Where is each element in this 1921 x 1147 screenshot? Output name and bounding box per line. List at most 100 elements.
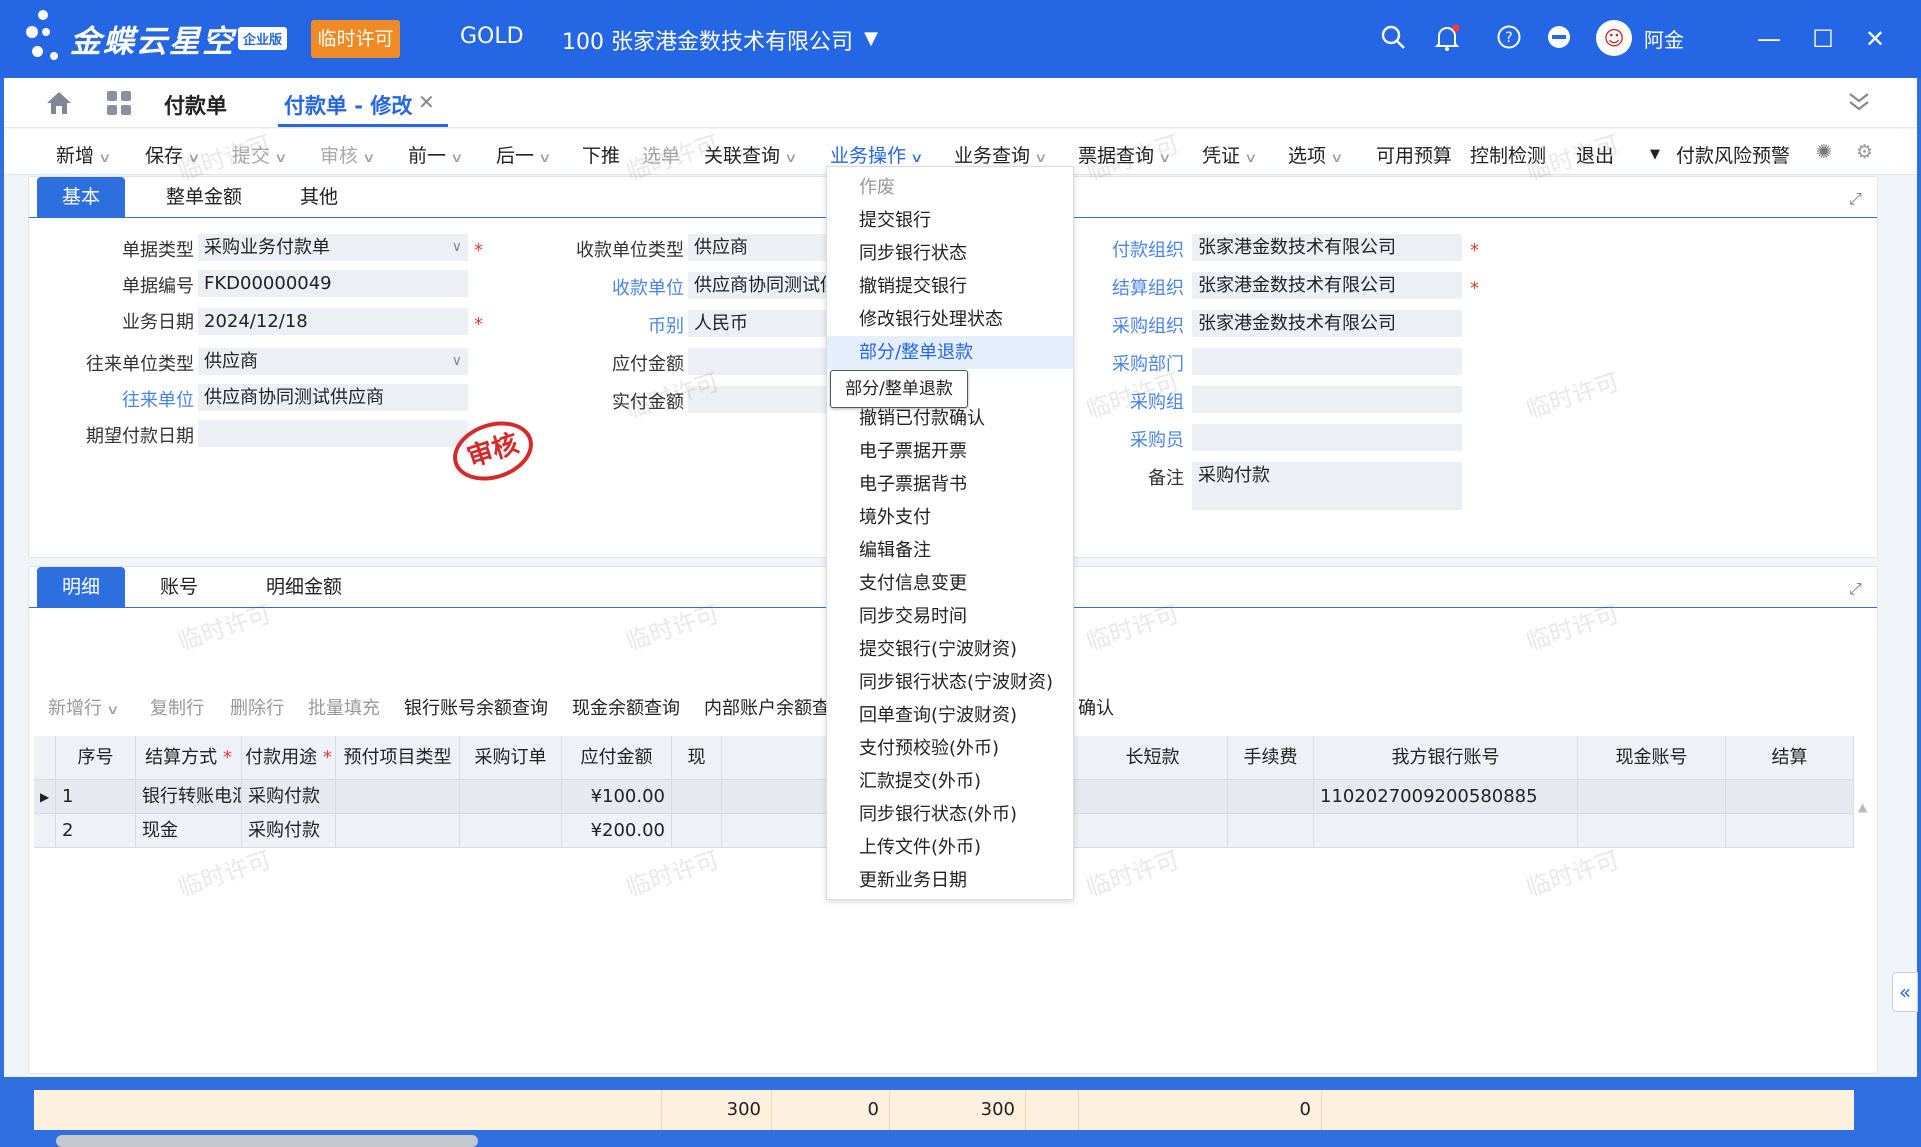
- side-panel-toggle-icon[interactable]: «: [1892, 972, 1918, 1012]
- menu-item-precheck-foreign[interactable]: 支付预校验(外币): [827, 732, 1073, 765]
- close-window-icon[interactable]: ✕: [1860, 24, 1890, 54]
- menu-item-remit-submit-foreign[interactable]: 汇款提交(外币): [827, 765, 1073, 798]
- menu-item-update-business-date[interactable]: 更新业务日期: [827, 864, 1073, 897]
- more-dropdown-icon[interactable]: ▼: [1650, 147, 1660, 162]
- collapse-chevron-icon[interactable]: [1844, 88, 1874, 118]
- voucher-button[interactable]: 凭证 ∨: [1202, 141, 1257, 168]
- label-partner[interactable]: 往来单位: [44, 386, 194, 412]
- settlement-org-field[interactable]: 张家港金数技术有限公司: [1192, 272, 1462, 299]
- partner-type-select[interactable]: 供应商 ∨: [198, 348, 468, 375]
- bill-type-select[interactable]: 采购业务付款单 ∨: [198, 234, 468, 261]
- confirm-button[interactable]: 确认: [1078, 694, 1114, 720]
- menu-item-payment-info-change[interactable]: 支付信息变更: [827, 567, 1073, 600]
- help-icon[interactable]: ?: [1494, 24, 1524, 54]
- internal-account-balance-button[interactable]: 内部账户余额查: [704, 694, 828, 720]
- minimize-icon[interactable]: —: [1754, 24, 1784, 54]
- col-fee[interactable]: 手续费: [1228, 736, 1314, 780]
- col-settlement[interactable]: 结算: [1726, 736, 1854, 780]
- payee-type-select[interactable]: 供应商: [688, 234, 828, 261]
- menu-item-receipt-query-ningbo[interactable]: 回单查询(宁波财资): [827, 699, 1073, 732]
- maximize-icon[interactable]: ☐: [1808, 24, 1838, 54]
- organization-selector[interactable]: 100 张家港金数技术有限公司: [562, 24, 853, 56]
- col-our-bank-account[interactable]: 我方银行账号: [1314, 736, 1578, 780]
- business-date-field[interactable]: 2024/12/18: [198, 308, 468, 335]
- next-button[interactable]: 后一 ∨: [496, 141, 551, 168]
- col-long-short[interactable]: 长短款: [1078, 736, 1228, 780]
- previous-button[interactable]: 前一 ∨: [408, 141, 463, 168]
- tab-detail[interactable]: 明细: [37, 567, 125, 607]
- business-query-button[interactable]: 业务查询 ∨: [954, 141, 1047, 168]
- audit-button[interactable]: 审核 ∨: [320, 141, 375, 168]
- cash-balance-query-button[interactable]: 现金余额查询: [572, 694, 680, 720]
- payment-org-field[interactable]: 张家港金数技术有限公司: [1192, 234, 1462, 261]
- menu-item-e-bill-endorse[interactable]: 电子票据背书: [827, 468, 1073, 501]
- label-currency[interactable]: 币别: [524, 312, 684, 338]
- tab-other[interactable]: 其他: [279, 177, 359, 217]
- vertical-scrollbar[interactable]: ▲: [1858, 800, 1868, 1100]
- menu-item-submit-bank[interactable]: 提交银行: [827, 204, 1073, 237]
- tab-payment-edit[interactable]: 付款单 - 修改: [284, 90, 412, 120]
- settings-gear-icon[interactable]: ⚙: [1856, 141, 1873, 163]
- col-current[interactable]: 现: [672, 736, 722, 780]
- expected-payment-date-field[interactable]: [198, 420, 468, 447]
- payment-risk-warning-button[interactable]: 付款风险预警: [1676, 141, 1790, 168]
- add-row-button[interactable]: 新增行 ∨: [48, 694, 119, 720]
- currency-field[interactable]: 人民币: [688, 310, 828, 337]
- tab-basic[interactable]: 基本: [37, 177, 125, 217]
- chat-icon[interactable]: [1544, 24, 1574, 54]
- bank-balance-query-button[interactable]: 银行账号余额查询: [404, 694, 548, 720]
- col-purchase-order[interactable]: 采购订单: [460, 736, 562, 780]
- tab-total-amount[interactable]: 整单金额: [147, 177, 261, 217]
- tab-payment-list[interactable]: 付款单: [164, 90, 227, 120]
- new-button[interactable]: 新增 ∨: [56, 141, 111, 168]
- purchaser-field[interactable]: [1192, 424, 1462, 451]
- remark-field[interactable]: 采购付款: [1192, 462, 1462, 510]
- col-payable-amount[interactable]: 应付金额: [562, 736, 672, 780]
- col-cash-account[interactable]: 现金账号: [1578, 736, 1726, 780]
- search-icon[interactable]: [1378, 24, 1408, 54]
- menu-item-submit-bank-ningbo[interactable]: 提交银行(宁波财资): [827, 633, 1073, 666]
- menu-item-void[interactable]: 作废: [827, 171, 1073, 204]
- theme-sun-icon[interactable]: ✺: [1816, 141, 1832, 163]
- horizontal-scrollbar[interactable]: [56, 1135, 478, 1147]
- notification-bell-icon[interactable]: [1432, 24, 1462, 54]
- menu-item-modify-bank-status[interactable]: 修改银行处理状态: [827, 303, 1073, 336]
- menu-item-refund[interactable]: 部分/整单退款: [827, 336, 1073, 369]
- available-budget-button[interactable]: 可用预算: [1376, 141, 1452, 168]
- label-payee[interactable]: 收款单位: [524, 274, 684, 300]
- menu-item-cancel-submit-bank[interactable]: 撤销提交银行: [827, 270, 1073, 303]
- purchase-group-field[interactable]: [1192, 386, 1462, 413]
- col-seq[interactable]: 序号: [56, 736, 136, 780]
- menu-item-overseas-payment[interactable]: 境外支付: [827, 501, 1073, 534]
- copy-row-button[interactable]: 复制行: [150, 694, 204, 720]
- options-button[interactable]: 选项 ∨: [1288, 141, 1343, 168]
- push-down-button[interactable]: 下推: [582, 141, 620, 168]
- col-payment-purpose[interactable]: 付款用途 *: [242, 736, 336, 780]
- avatar[interactable]: ☺: [1596, 20, 1632, 56]
- menu-item-sync-trade-time[interactable]: 同步交易时间: [827, 600, 1073, 633]
- purchase-org-field[interactable]: 张家港金数技术有限公司: [1192, 310, 1462, 337]
- col-prepay-item-type[interactable]: 预付项目类型: [336, 736, 460, 780]
- payee-field[interactable]: 供应商协同测试供: [688, 272, 828, 299]
- menu-item-sync-status-ningbo[interactable]: 同步银行状态(宁波财资): [827, 666, 1073, 699]
- delete-row-button[interactable]: 删除行: [230, 694, 284, 720]
- menu-item-sync-status-foreign[interactable]: 同步银行状态(外币): [827, 798, 1073, 831]
- org-dropdown-icon[interactable]: ▼: [856, 24, 886, 54]
- user-name[interactable]: 阿金: [1644, 24, 1684, 53]
- batch-fill-button[interactable]: 批量填充: [308, 694, 380, 720]
- business-operation-button[interactable]: 业务操作 ∨: [830, 141, 923, 168]
- close-tab-icon[interactable]: ✕: [418, 90, 435, 114]
- col-settlement-method[interactable]: 结算方式 *: [136, 736, 242, 780]
- menu-item-e-bill-issue[interactable]: 电子票据开票: [827, 435, 1073, 468]
- expand-icon[interactable]: ⤢: [1849, 189, 1867, 208]
- bill-number-field[interactable]: FKD00000049: [198, 270, 468, 297]
- purchase-dept-field[interactable]: [1192, 348, 1462, 375]
- menu-item-upload-file-foreign[interactable]: 上传文件(外币): [827, 831, 1073, 864]
- menu-item-sync-bank-status[interactable]: 同步银行状态: [827, 237, 1073, 270]
- temporary-license-badge[interactable]: 临时许可: [311, 20, 400, 58]
- expand-icon[interactable]: ⤢: [1849, 579, 1867, 598]
- menu-item-edit-remark[interactable]: 编辑备注: [827, 534, 1073, 567]
- home-icon[interactable]: [44, 90, 74, 120]
- tab-account[interactable]: 账号: [139, 567, 219, 607]
- partner-field[interactable]: 供应商协同测试供应商: [198, 384, 468, 411]
